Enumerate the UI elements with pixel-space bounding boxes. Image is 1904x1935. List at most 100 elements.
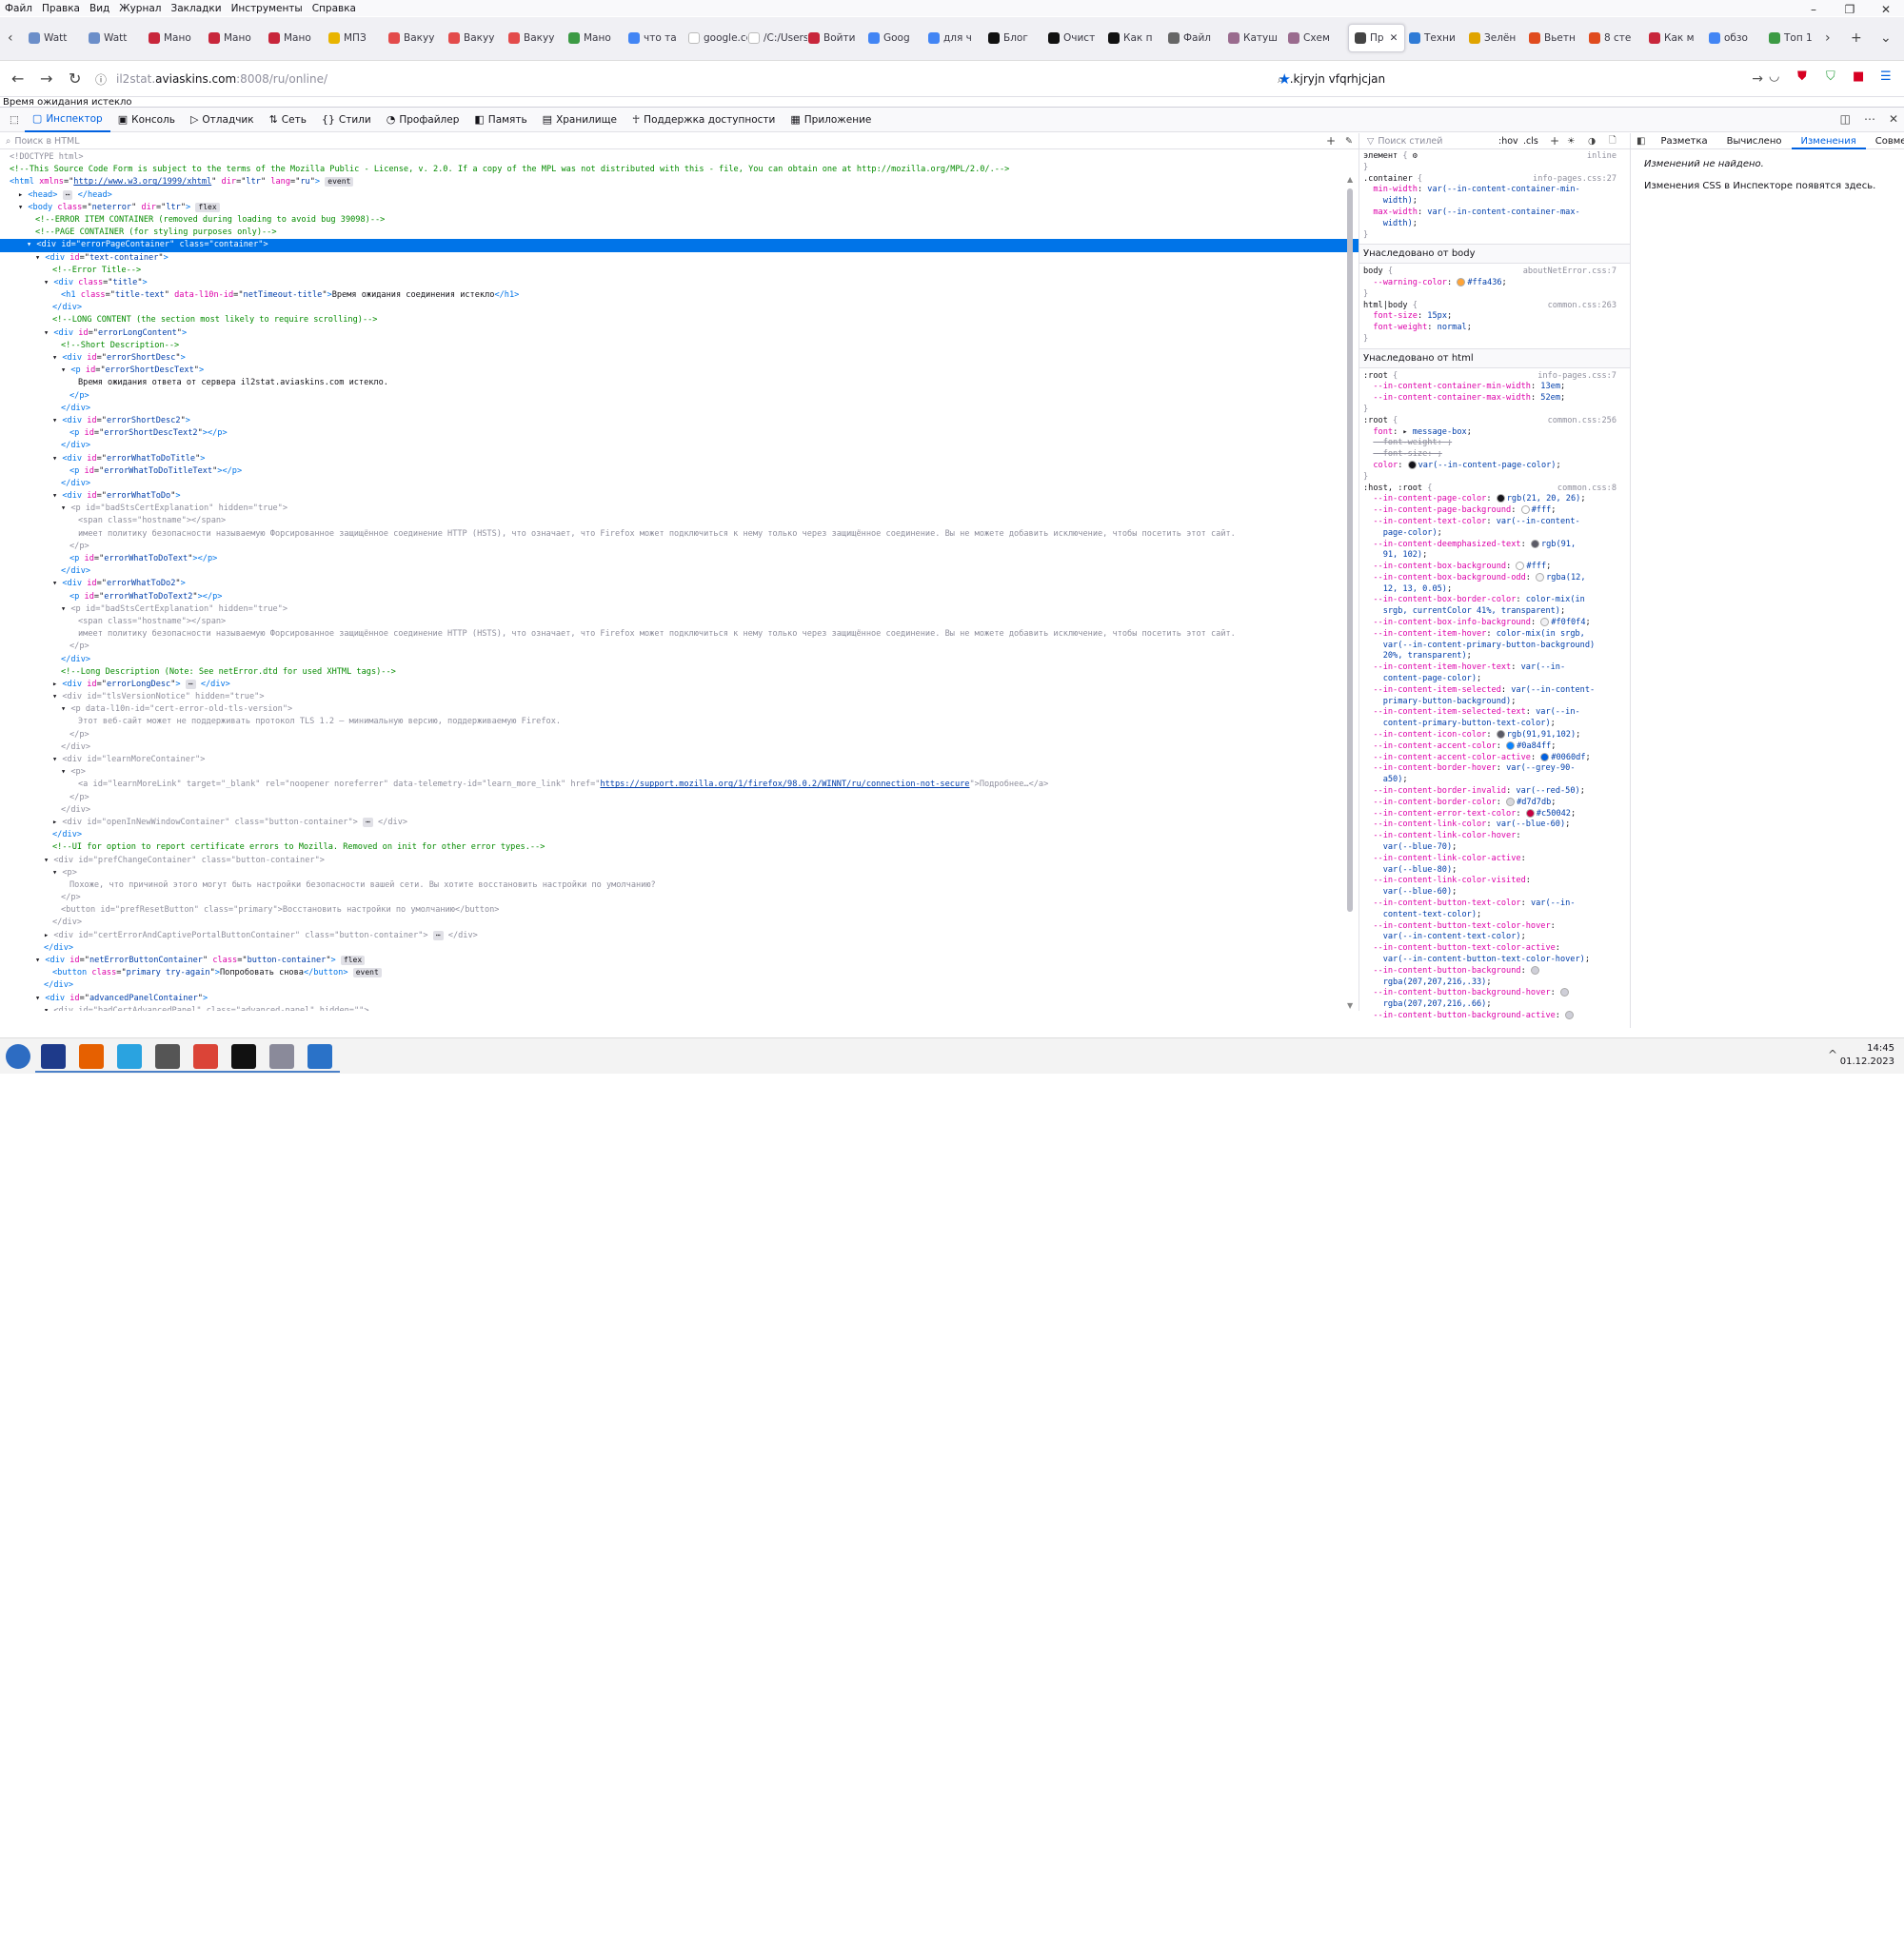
search-input[interactable]: .kjryjn vfqrhjcjan	[1290, 72, 1385, 86]
markup-node[interactable]: </div>	[0, 403, 1359, 415]
markup-node[interactable]: ▾ <div id="errorWhatToDo">	[0, 490, 1359, 503]
rule-line[interactable]: var(--blue-80);	[1363, 865, 1616, 877]
tray-chevron-icon[interactable]: ^	[1828, 1048, 1837, 1061]
cls-toggle[interactable]: .cls	[1523, 136, 1538, 147]
print-media-icon[interactable]: 🗋	[1609, 133, 1616, 148]
browser-tab[interactable]: что та	[628, 24, 687, 52]
markup-node[interactable]: <!--ERROR ITEM CONTAINER (removed during…	[0, 214, 1359, 227]
markup-node[interactable]: </div>	[0, 804, 1359, 817]
reload-icon[interactable]: ↻	[69, 69, 81, 88]
tabs-scroll-left-icon[interactable]: ‹	[8, 30, 13, 46]
browser-tab[interactable]: Watt	[89, 24, 148, 52]
add-rule-icon[interactable]: +	[1550, 134, 1559, 148]
styles-search-input[interactable]: Поиск стилей	[1378, 136, 1442, 147]
markup-node[interactable]: ▾ <div id="badCertAdvancedPanel" class="…	[0, 1005, 1359, 1011]
markup-node[interactable]: <p id="errorWhatToDoTitleText"></p>	[0, 465, 1359, 478]
markup-node[interactable]: ▾ <div id="errorLongContent">	[0, 327, 1359, 340]
devtools-tab[interactable]: ◧ Память	[466, 108, 534, 132]
markup-node[interactable]: ▾ <div id="errorPageContainer" class="co…	[0, 239, 1359, 252]
rule-line[interactable]: --in-content-button-background-active:	[1363, 1010, 1616, 1022]
markup-node[interactable]: <html xmlns="http://www.w3.org/1999/xhtm…	[0, 176, 1359, 188]
markup-scrollbar[interactable]: ▲ ▼	[1344, 175, 1356, 1011]
browser-tab[interactable]: МПЗ	[328, 24, 387, 52]
rule-line[interactable]: --in-content-icon-color: rgb(91,91,102);	[1363, 730, 1616, 741]
rule-line[interactable]: --in-content-button-text-color-hover:	[1363, 921, 1616, 933]
markup-node[interactable]: <!--Short Description-->	[0, 340, 1359, 352]
markup-node[interactable]: </p>	[0, 892, 1359, 904]
markup-node[interactable]: </p>	[0, 641, 1359, 653]
sidebar-tab[interactable]: Разметка	[1651, 133, 1716, 149]
rule-line[interactable]: --in-content-button-text-color: var(--in…	[1363, 898, 1616, 910]
markup-node[interactable]: <span class="hostname"></span>	[0, 616, 1359, 628]
rule-line[interactable]: 12, 13, 0.05);	[1363, 584, 1616, 596]
markup-node[interactable]: </div>	[0, 942, 1359, 955]
rule-line[interactable]: :host, :root {common.css:8	[1363, 484, 1616, 495]
close-tab-icon[interactable]: ✕	[1390, 32, 1398, 44]
info-icon[interactable]: ⓘ	[95, 71, 107, 88]
styles-filter[interactable]: ▽ Поиск стилей :hov .cls + ☀ ◑ 🗋	[1359, 133, 1630, 149]
rule-line[interactable]: rgba(207,207,216,.66);	[1363, 999, 1616, 1011]
restore-icon[interactable]: ❐	[1832, 0, 1868, 19]
markup-node[interactable]: <p id="errorWhatToDoText"></p>	[0, 553, 1359, 565]
new-tab-icon[interactable]: +	[1851, 30, 1862, 46]
minimize-icon[interactable]: –	[1795, 0, 1832, 19]
rule-line[interactable]: content-text-color);	[1363, 910, 1616, 921]
window-icon[interactable]	[307, 1044, 332, 1069]
tabs-scroll-right-icon[interactable]: ›	[1825, 30, 1831, 46]
markup-node[interactable]: ▾ <div id="errorWhatToDo2">	[0, 578, 1359, 590]
markup-node[interactable]: <!--UI for option to report certificate …	[0, 841, 1359, 854]
ublock-icon[interactable]: ⛊	[1797, 69, 1807, 84]
markup-node[interactable]: ▾ <body class="neterror" dir="ltr"> flex	[0, 202, 1359, 214]
rule-line[interactable]: --in-content-link-color-visited:	[1363, 876, 1616, 887]
rule-line[interactable]: content-page-color);	[1363, 674, 1616, 685]
markup-node[interactable]: ▾ <div id="netErrorButtonContainer" clas…	[0, 955, 1359, 967]
browser-tab[interactable]: Катуш	[1228, 24, 1287, 52]
rule-line[interactable]: --in-content-link-color: var(--blue-60);	[1363, 819, 1616, 831]
markup-node[interactable]: <!--PAGE CONTAINER (for styling purposes…	[0, 227, 1359, 239]
pocket-icon[interactable]: ◡	[1769, 69, 1779, 84]
eyedropper-icon[interactable]: ✎	[1345, 136, 1353, 147]
rule-line[interactable]: --in-content-item-hover: color-mix(in sr…	[1363, 629, 1616, 641]
markup-node[interactable]: <button id="prefResetButton" class="prim…	[0, 904, 1359, 917]
rule-line[interactable]: --in-content-error-text-color: #c50042;	[1363, 808, 1616, 820]
markup-node[interactable]: </p>	[0, 390, 1359, 403]
dark-theme-icon[interactable]: ◑	[1588, 136, 1596, 147]
rule-line[interactable]: --in-content-page-color: rgb(21, 20, 26)…	[1363, 494, 1616, 505]
telegram-icon[interactable]	[117, 1044, 142, 1069]
markup-node[interactable]: </div>	[0, 565, 1359, 578]
rule-line[interactable]: --in-content-box-border-color: color-mix…	[1363, 595, 1616, 606]
markup-node[interactable]: <a id="learnMoreLink" target="_blank" re…	[0, 779, 1359, 791]
markup-node[interactable]: ▸ <div id="errorLongDesc"> ⋯ </div>	[0, 679, 1359, 691]
markup-node[interactable]: ▾ <p id="errorShortDescText">	[0, 365, 1359, 377]
markup-node[interactable]: имеет политику безопасности называемую Ф…	[0, 528, 1359, 541]
rule-line[interactable]: a50);	[1363, 775, 1616, 786]
markup-node[interactable]: <span class="hostname"></span>	[0, 515, 1359, 527]
markup-node[interactable]: <!DOCTYPE html>	[0, 151, 1359, 164]
menu-item[interactable]: Вид	[85, 3, 114, 14]
devtools-tab[interactable]: ☥ Поддержка доступности	[625, 108, 783, 132]
search-bar[interactable]: ⌕ .kjryjn vfqrhjcjan →	[1278, 66, 1763, 92]
browser-tab[interactable]: Goog	[868, 24, 927, 52]
close-window-icon[interactable]: ✕	[1868, 0, 1904, 19]
markup-node[interactable]: </p>	[0, 541, 1359, 553]
browser-tab[interactable]: Watt	[29, 24, 88, 52]
firefox-icon[interactable]	[79, 1044, 104, 1069]
dock-icon[interactable]: ◫	[1840, 112, 1851, 126]
more-options-icon[interactable]: ⋯	[1864, 112, 1875, 126]
close-devtools-icon[interactable]: ✕	[1889, 112, 1898, 126]
markup-node[interactable]: <p id="errorWhatToDoText2"></p>	[0, 591, 1359, 603]
browser-tab[interactable]: Мано	[568, 24, 627, 52]
rule-line[interactable]: content-primary-button-text-color);	[1363, 719, 1616, 730]
sidebar-tab[interactable]: Совмести	[1866, 133, 1904, 149]
back-icon[interactable]: ←	[11, 69, 24, 88]
markup-node[interactable]: ▾ <p>	[0, 867, 1359, 879]
rule-line[interactable]: primary-button-background);	[1363, 697, 1616, 708]
rule-line[interactable]: }	[1363, 289, 1616, 301]
markup-node[interactable]: ▾ <p id="badStsCertExplanation" hidden="…	[0, 603, 1359, 616]
markup-node[interactable]: <!--Error Title-->	[0, 265, 1359, 277]
browser-tab[interactable]: Пр ✕	[1348, 24, 1405, 52]
url-bar[interactable]: ⓘ il2stat. aviaskins.com:8008/ru/online/ …	[95, 66, 1291, 92]
markup-node[interactable]: Похоже, что причиной этого могут быть на…	[0, 879, 1359, 892]
rule-line[interactable]: rgba(207,207,216,.33);	[1363, 977, 1616, 989]
browser-tab[interactable]: Топ 1	[1769, 24, 1828, 52]
